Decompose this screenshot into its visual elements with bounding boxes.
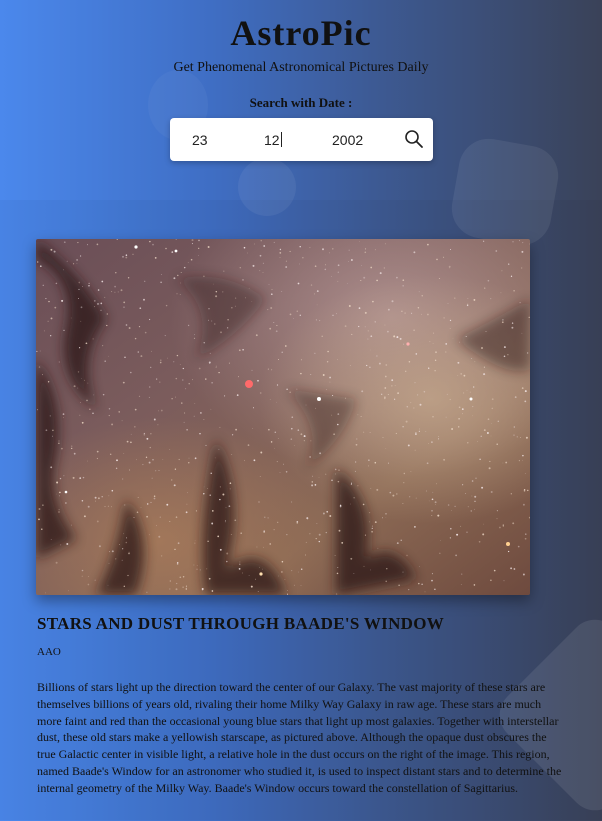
month-input[interactable]: 12 <box>264 132 282 148</box>
starfield-photo <box>36 239 530 595</box>
search-label: Search with Date : <box>249 95 353 110</box>
search-button[interactable] <box>403 128 425 150</box>
apod-explanation: Billions of stars light up the direction… <box>37 680 562 795</box>
apod-title: STARS AND DUST THROUGH BAADE'S WINDOW <box>37 614 445 633</box>
year-input[interactable]: 2002 <box>332 132 363 148</box>
apod-credit: AAO <box>37 646 61 658</box>
apod-image <box>36 239 530 595</box>
date-search-box: 23 12 2002 <box>170 118 433 161</box>
app-title: AstroPic <box>230 13 372 53</box>
app-subtitle: Get Phenomenal Astronomical Pictures Dai… <box>173 60 429 75</box>
background-circle <box>238 158 296 216</box>
search-icon <box>405 130 423 148</box>
background-rounded-square <box>447 134 563 250</box>
day-input[interactable]: 23 <box>192 132 208 148</box>
text-cursor <box>280 132 282 147</box>
